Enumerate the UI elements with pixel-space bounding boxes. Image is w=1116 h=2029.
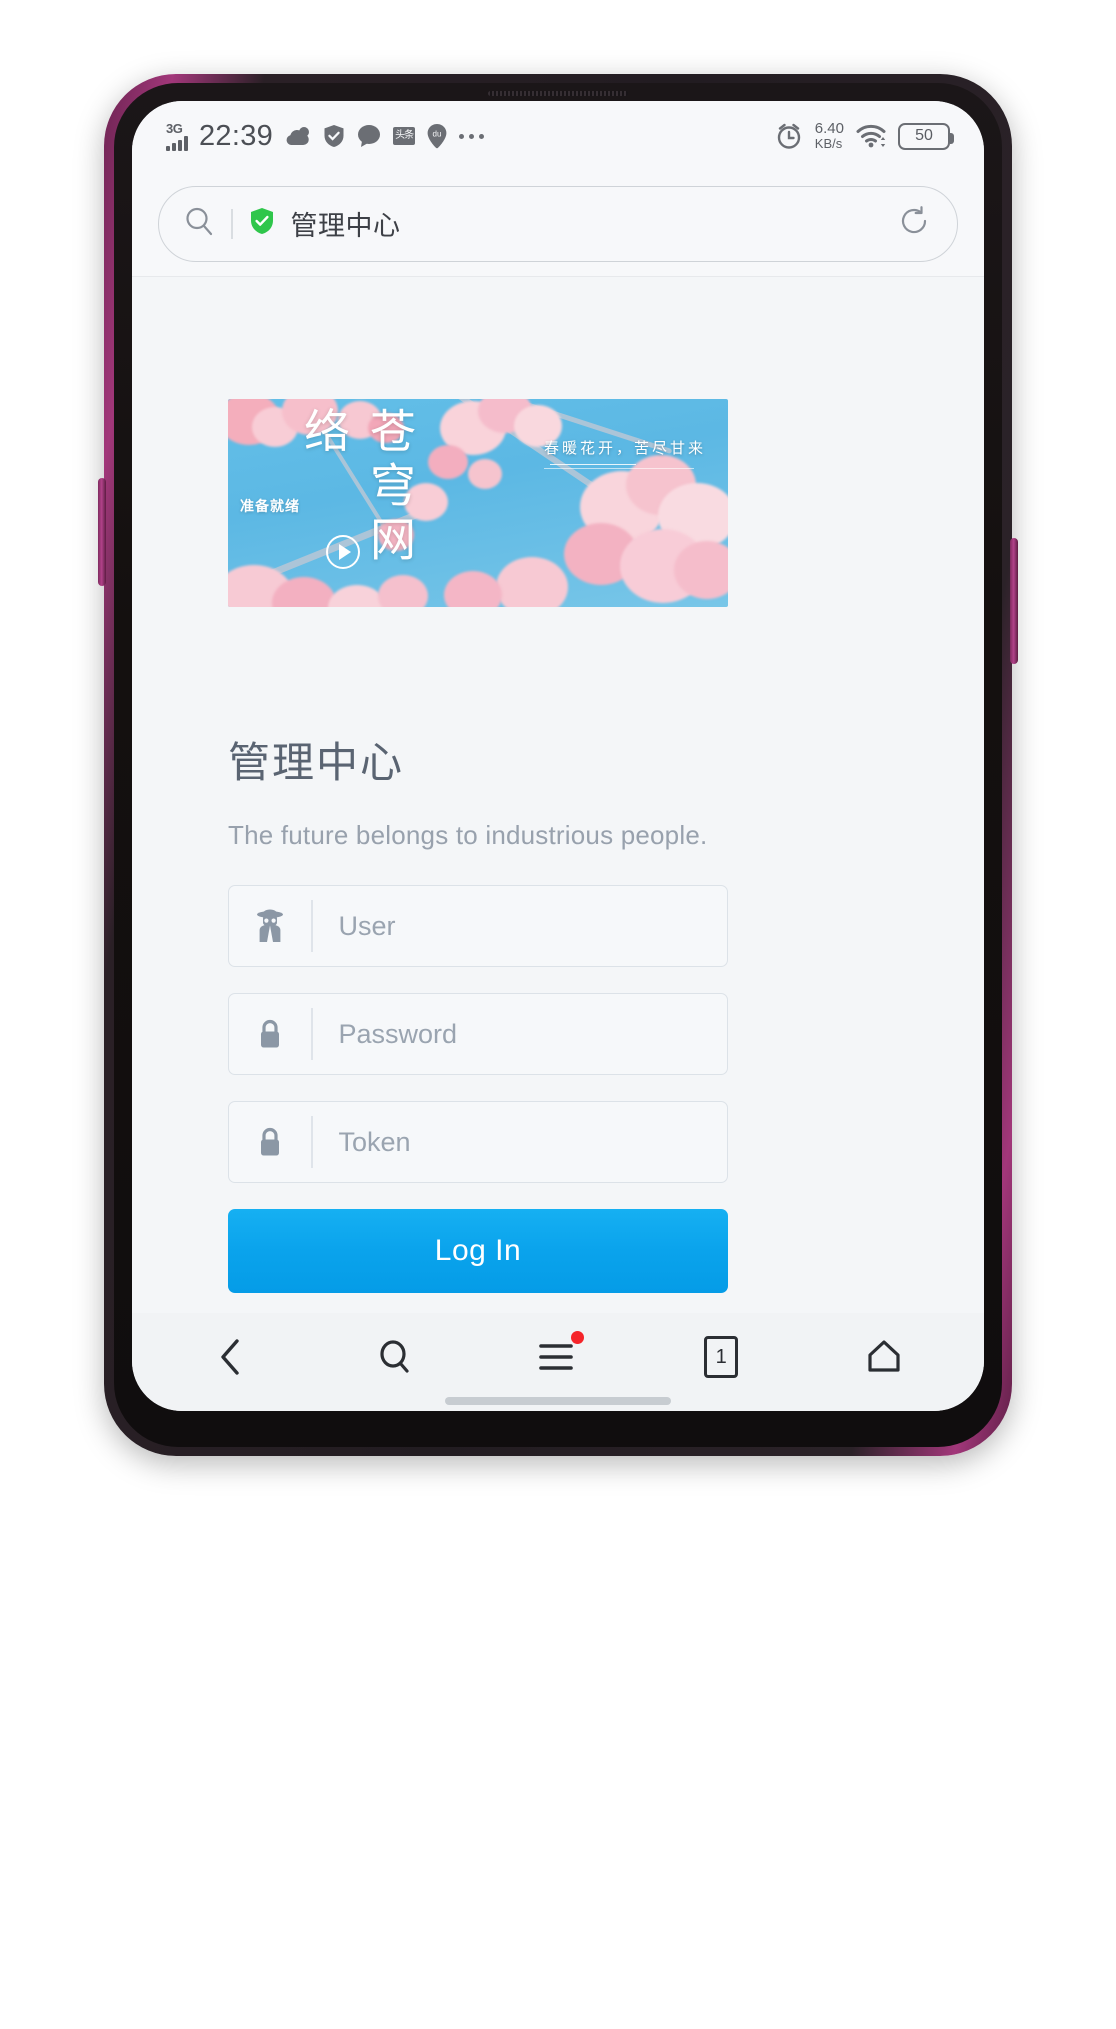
play-button-icon[interactable] (326, 535, 360, 569)
network-speed-indicator: 6.40 KB/s (815, 121, 844, 150)
banner-brand-title: 苍穹网络 (298, 407, 415, 569)
alarm-clock-icon (774, 121, 804, 151)
login-form: 管理中心 The future belongs to industrious p… (228, 729, 728, 1293)
login-button[interactable]: Log In (228, 1209, 728, 1293)
status-bar: 3G 22:39 头条 du 6.40 KB/s 50 (132, 101, 984, 171)
incognito-spy-icon (229, 908, 311, 944)
more-icons-ellipsis (459, 133, 485, 139)
earpiece-speaker (488, 91, 628, 96)
menu-notification-badge (570, 1331, 584, 1344)
hamburger-menu-icon (539, 1344, 573, 1370)
banner-slogan-text: 春暖花开，苦尽甘来 (543, 441, 706, 457)
security-shield-icon (323, 124, 345, 148)
toutiao-app-icon: 头条 (393, 127, 416, 145)
tab-count-icon: 1 (704, 1336, 739, 1378)
address-bar[interactable]: 管理中心 (158, 185, 958, 262)
browser-toolbar: 管理中心 (132, 171, 984, 277)
signal-bars-icon: 3G (166, 122, 188, 151)
nav-tabs-button[interactable]: 1 (673, 1325, 769, 1389)
page-title: 管理中心 (228, 739, 405, 786)
omnibox-divider (231, 208, 233, 239)
lock-icon (229, 1126, 311, 1158)
verified-shield-icon (249, 207, 275, 240)
phone-screen: 3G 22:39 头条 du 6.40 KB/s 50 管理中心 苍穹网络 准备… (132, 101, 984, 1411)
address-bar-title: 管理中心 (290, 211, 401, 241)
password-input[interactable] (312, 1018, 727, 1050)
message-bubble-icon (356, 124, 382, 148)
token-field[interactable] (228, 1101, 728, 1183)
banner-ready-label: 准备就绪 (240, 500, 300, 515)
banner-slogan: 春暖花开，苦尽甘来 (543, 437, 706, 469)
chevron-left-icon (220, 1339, 239, 1375)
user-input[interactable] (312, 910, 727, 942)
phone-bezel: 3G 22:39 头条 du 6.40 KB/s 50 管理中心 苍穹网络 准备… (114, 83, 1002, 1447)
home-icon (868, 1340, 900, 1372)
phone-frame: 3G 22:39 头条 du 6.40 KB/s 50 管理中心 苍穹网络 准备… (98, 74, 1018, 1456)
nav-menu-button[interactable] (510, 1325, 606, 1389)
reload-icon[interactable] (897, 204, 931, 243)
network-speed-unit: KB/s (814, 136, 843, 152)
network-speed-value: 6.40 (814, 120, 844, 138)
baidu-location-pin-icon: du (426, 123, 448, 149)
page-subtitle: The future belongs to industrious people… (228, 820, 708, 850)
nav-search-button[interactable] (347, 1325, 443, 1389)
svg-text:du: du (433, 130, 442, 139)
home-gesture-indicator[interactable] (445, 1397, 671, 1405)
nav-home-button[interactable] (836, 1325, 932, 1389)
status-clock: 22:39 (199, 119, 274, 152)
search-icon[interactable] (183, 205, 215, 242)
search-icon (380, 1340, 409, 1373)
password-field[interactable] (228, 993, 728, 1075)
user-field[interactable] (228, 885, 728, 967)
network-type-label: 3G (166, 120, 183, 136)
volume-button[interactable] (98, 478, 106, 586)
wifi-icon (855, 123, 887, 149)
weather-cloud-icon (284, 125, 312, 147)
web-page-content: 苍穹网络 准备就绪 春暖花开，苦尽甘来 管理中心 The future belo… (132, 277, 984, 1313)
nav-back-button[interactable] (184, 1325, 280, 1389)
browser-bottom-nav: 1 (132, 1313, 984, 1411)
power-button[interactable] (1010, 538, 1018, 664)
lock-icon (229, 1018, 311, 1050)
promo-banner[interactable]: 苍穹网络 准备就绪 春暖花开，苦尽甘来 (228, 399, 728, 607)
token-input[interactable] (312, 1126, 727, 1158)
battery-indicator: 50 (898, 122, 954, 150)
